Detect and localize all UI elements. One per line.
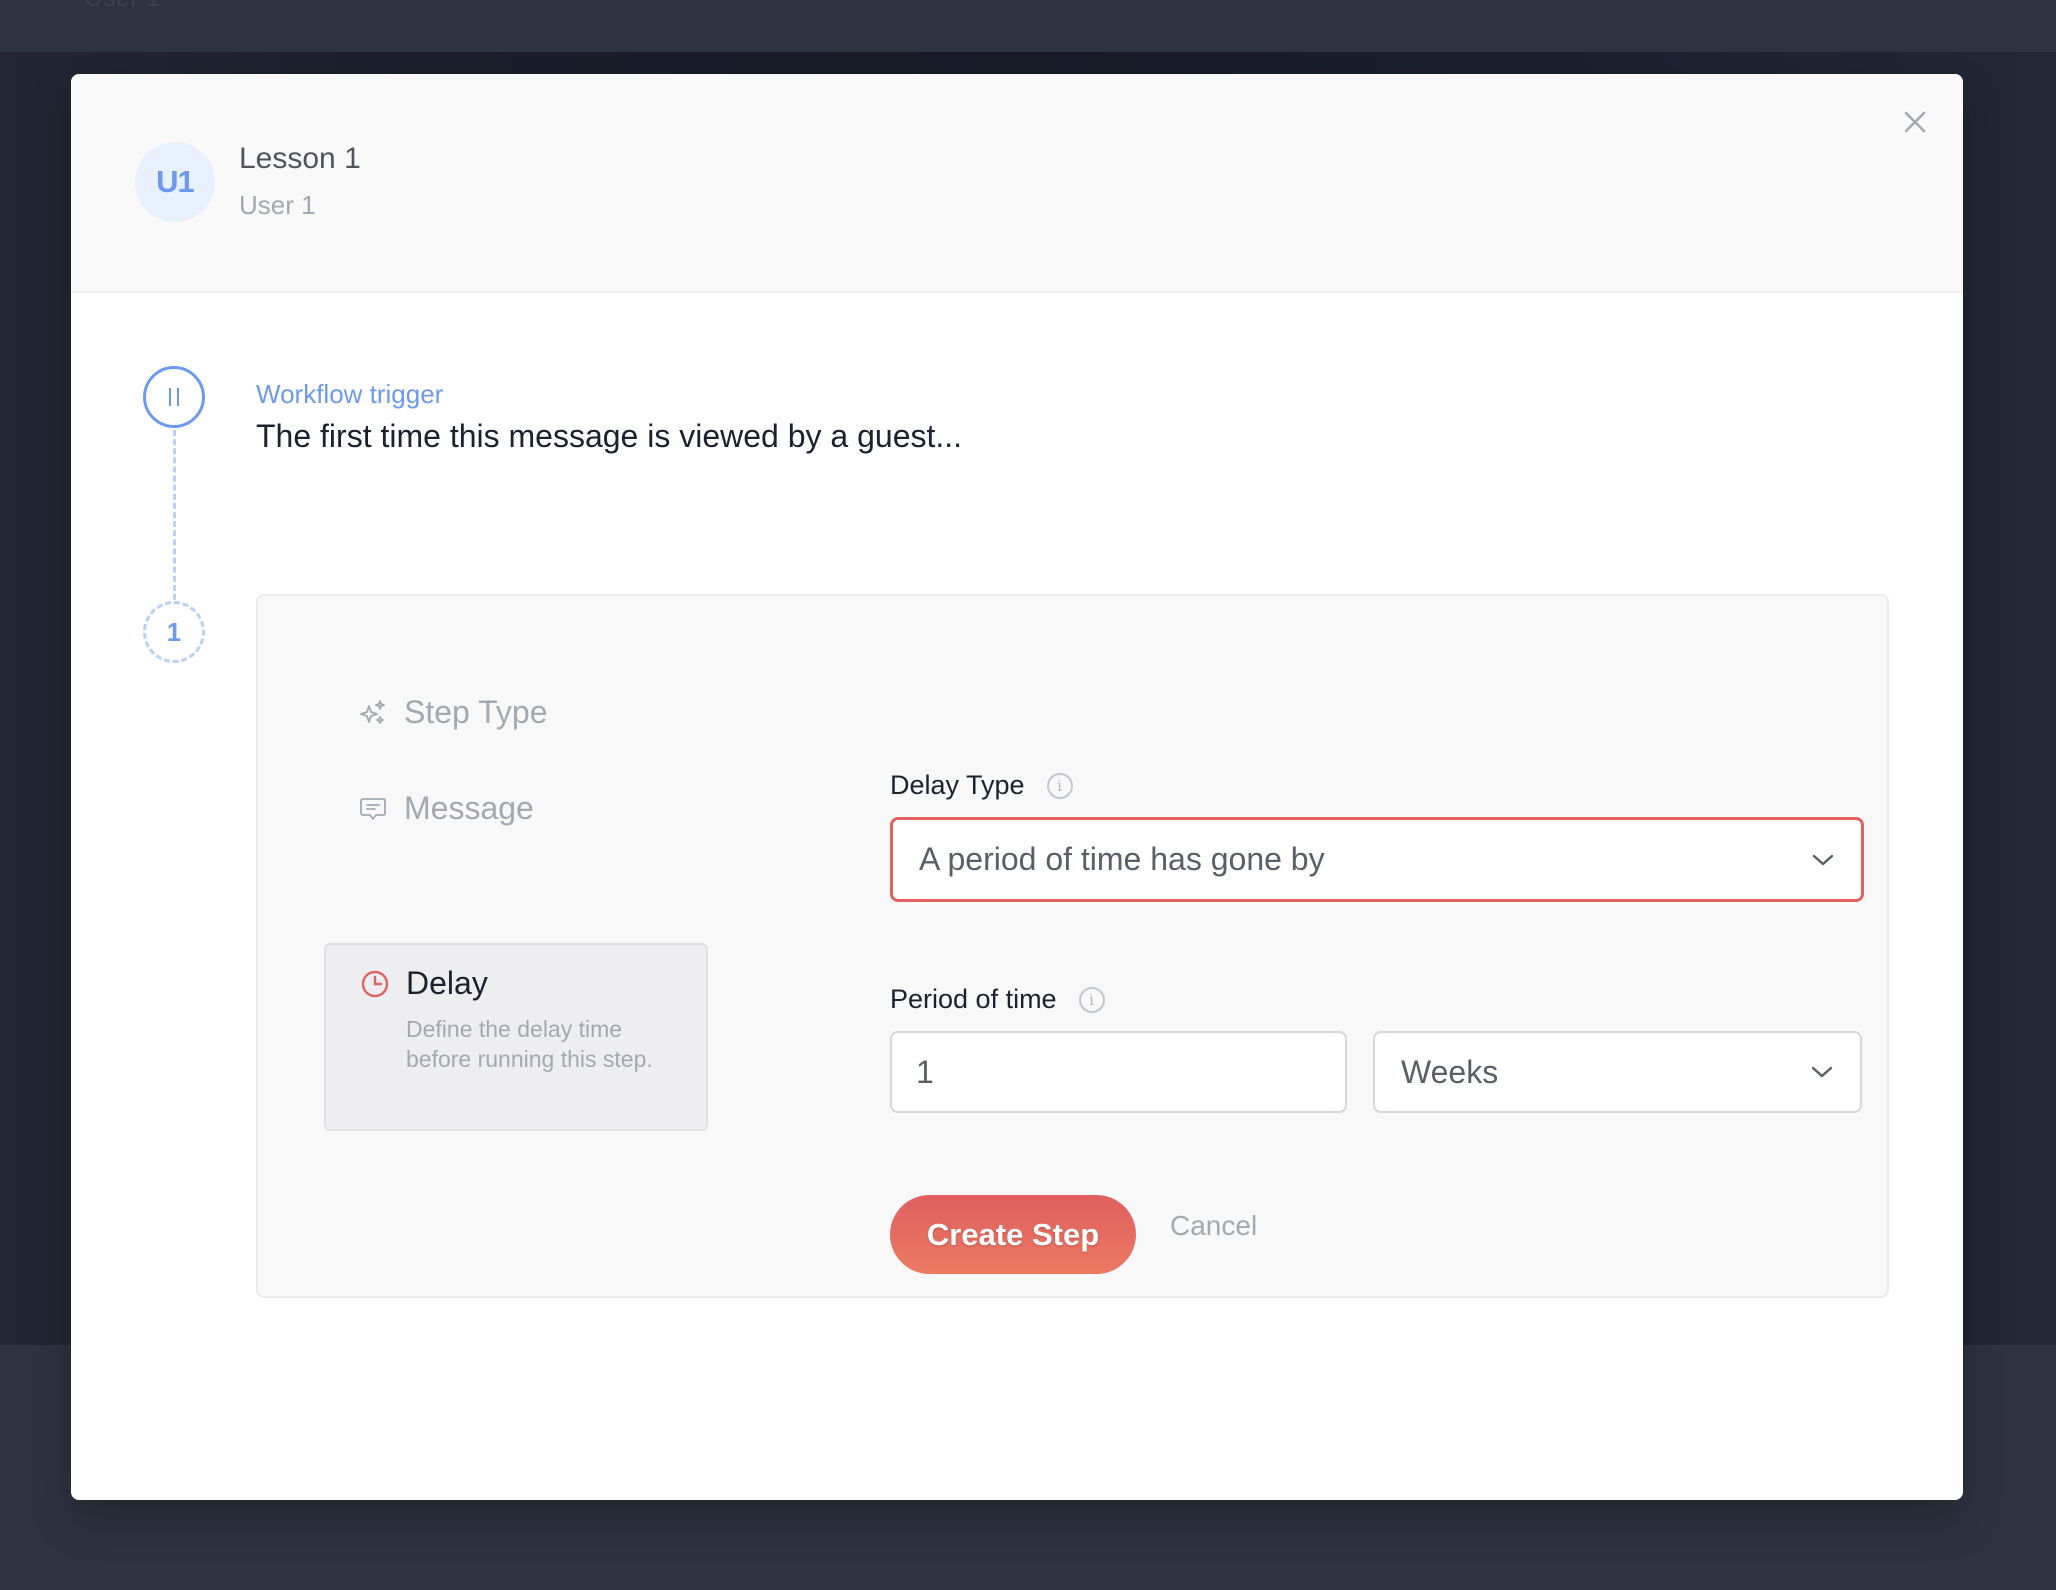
- step-node: 1: [143, 601, 205, 663]
- trigger-node: [143, 366, 205, 428]
- period-label: Period of time i: [890, 984, 1105, 1015]
- create-step-modal: U1 Lesson 1 User 1 1 Workflow trigger Th…: [71, 74, 1963, 1500]
- step-nav-step-type[interactable]: Step Type: [324, 694, 708, 731]
- close-icon: [1904, 111, 1926, 133]
- avatar: U1: [135, 142, 215, 222]
- step-nav-description: Define the delay time before running thi…: [406, 1016, 653, 1072]
- background-user-label: User 1: [84, 0, 161, 13]
- chat-bubble-icon: [356, 792, 390, 826]
- modal-subtitle: User 1: [239, 190, 316, 220]
- step-nav-label: Message: [404, 790, 534, 826]
- step-nav-delay[interactable]: Delay Define the delay time before runni…: [324, 943, 708, 1131]
- clock-icon: [358, 967, 392, 1001]
- period-unit-select[interactable]: Weeks: [1373, 1031, 1862, 1113]
- chevron-down-icon: [1812, 854, 1834, 865]
- trigger-label: Workflow trigger: [256, 379, 444, 409]
- workflow-connector: [173, 430, 176, 600]
- step-nav-label: Delay: [406, 965, 488, 1001]
- info-icon[interactable]: i: [1046, 772, 1073, 799]
- period-amount-input[interactable]: [890, 1031, 1347, 1113]
- modal-title: Lesson 1: [239, 142, 361, 175]
- step-nav-message[interactable]: Message: [324, 790, 708, 827]
- create-step-button[interactable]: Create Step: [890, 1195, 1136, 1274]
- info-icon[interactable]: i: [1078, 986, 1105, 1013]
- background-app-header: User 1: [0, 0, 2056, 52]
- pause-icon: [169, 388, 179, 406]
- trigger-description: The first time this message is viewed by…: [256, 418, 963, 454]
- step-nav-label: Step Type: [404, 694, 548, 730]
- period-unit-value: Weeks: [1401, 1053, 1499, 1090]
- delay-type-value: A period of time has gone by: [919, 841, 1325, 877]
- sparkles-icon: [356, 696, 390, 730]
- delay-type-select[interactable]: A period of time has gone by: [890, 817, 1864, 902]
- modal-header: U1 Lesson 1 User 1: [71, 74, 1963, 293]
- chevron-down-icon: [1811, 1066, 1833, 1078]
- delay-type-label: Delay Type i: [890, 770, 1073, 801]
- period-label-text: Period of time: [890, 984, 1057, 1014]
- close-button[interactable]: [1897, 104, 1933, 140]
- delay-type-label-text: Delay Type: [890, 770, 1025, 800]
- cancel-button[interactable]: Cancel: [1170, 1210, 1257, 1242]
- step-editor-card: Step Type Message Delay Define the delay…: [256, 594, 1889, 1298]
